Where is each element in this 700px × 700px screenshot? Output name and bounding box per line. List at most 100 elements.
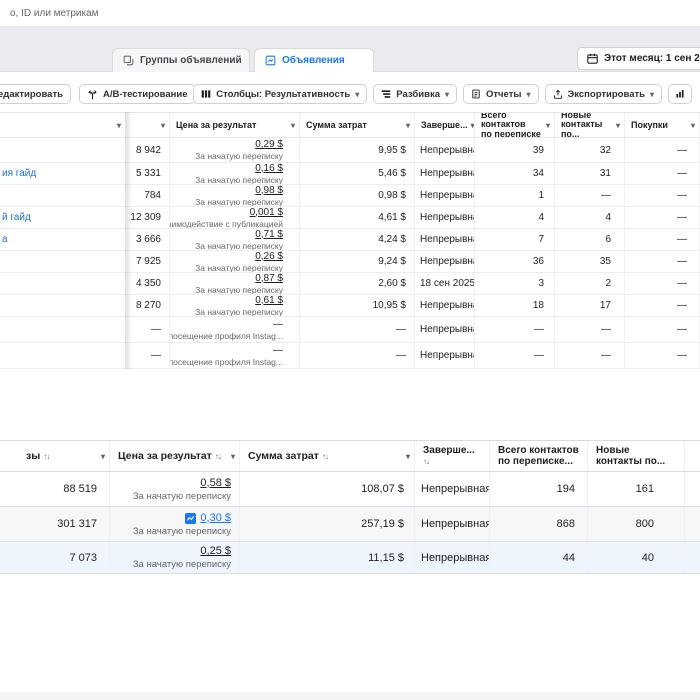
filter-caret-icon[interactable]: ▾ — [688, 121, 695, 130]
breakdown-button[interactable]: Разбивка ▾ — [373, 84, 457, 104]
header-amount-spent[interactable]: Сумма затрат ↑↓ ▾ — [240, 441, 415, 471]
cost-per-result-value: — — [273, 318, 283, 330]
end-date-cell: Непрерывная — [415, 163, 475, 184]
cell-value: 2 — [605, 278, 611, 289]
header-total-contacts[interactable]: Всего контактов по переписке ▾ — [475, 113, 555, 137]
new-contacts-cell: 32 — [555, 138, 625, 162]
cell-value: — — [677, 300, 687, 311]
purchases-cell: — — [625, 343, 700, 368]
cost-per-result-value[interactable]: 0,61 $ — [255, 295, 283, 306]
new-contacts-cell: 2 — [555, 273, 625, 294]
chevron-down-icon: ▾ — [355, 89, 360, 99]
ad-name-cell — [0, 343, 125, 368]
cost-per-result-value[interactable]: 0,71 $ — [255, 229, 283, 240]
cell-value: 12 309 — [130, 212, 161, 223]
cell-value: 4 350 — [135, 278, 161, 289]
header-total-contacts[interactable]: Всего контактов по переписке... — [490, 441, 588, 471]
filter-caret-icon[interactable]: ▾ — [228, 452, 235, 461]
cost-per-result-cell: 0,001 $За взаимодействие с публикацией — [170, 207, 300, 228]
header-new-contacts[interactable]: Новые контакты по... — [588, 441, 685, 471]
filter-caret-icon[interactable]: ▾ — [114, 121, 121, 130]
header-purchases[interactable]: Покупки ▾ — [625, 113, 700, 137]
cost-per-result-value[interactable]: 0,29 $ — [255, 139, 283, 150]
filter-caret-icon[interactable]: ▾ — [613, 121, 620, 130]
cell-value: 6 — [605, 234, 611, 245]
end-date-cell: 18 сен 2025 г. — [415, 273, 475, 294]
filter-caret-icon[interactable]: ▾ — [403, 452, 410, 461]
header-amount-spent[interactable]: Сумма затрат ▾ — [300, 113, 415, 137]
cell-value: 31 — [599, 168, 611, 179]
filter-caret-icon[interactable]: ▾ — [288, 121, 295, 130]
impressions-cell: — — [125, 343, 170, 368]
header-new-contacts[interactable]: Новые контакты по... ▾ — [555, 113, 625, 137]
toolbar-right: Столбцы: Результативность ▾ Разбивка ▾ О… — [193, 84, 692, 104]
filter-caret-icon[interactable]: ▾ — [158, 121, 165, 130]
total-contacts-cell: 4 — [475, 207, 555, 228]
header-end-date[interactable]: Заверше... ↑↓ — [415, 441, 490, 471]
search-input[interactable]: о, ID или метрикам — [10, 8, 99, 19]
result-type-note: За начатую переписку — [132, 525, 231, 537]
date-range-button[interactable]: Этот месяц: 1 сен 2025 г. — 22 с — [577, 47, 700, 70]
header-ad-name[interactable]: ▾ — [0, 113, 125, 137]
end-date-cell: Непрерывная — [415, 295, 475, 316]
columns-button[interactable]: Столбцы: Результативность ▾ — [193, 84, 368, 104]
cost-per-result-value: — — [273, 344, 283, 356]
price-line: 0,29 $ — [255, 139, 283, 150]
cost-per-result-cell: —Цена за посещение профиля Instag... — [170, 343, 300, 368]
cost-per-result-value[interactable]: 0,87 $ — [255, 273, 283, 284]
ab-test-button[interactable]: А/В-тестирование — [78, 84, 196, 104]
header-cost-per-result[interactable]: Цена за результат ▾ — [170, 113, 300, 137]
end-date-cell: Непрерывная — [415, 472, 490, 506]
cell-value: 108,07 $ — [361, 483, 404, 495]
header-label: контакты по... — [596, 456, 666, 467]
cell-value: 257,19 $ — [361, 518, 404, 530]
cell-value: — — [677, 144, 687, 156]
cost-per-result-value[interactable]: 0,25 $ — [200, 545, 231, 558]
filter-caret-icon[interactable]: ▾ — [543, 121, 550, 130]
cost-per-result-value[interactable]: 0,30 $ — [200, 512, 231, 525]
sort-icon[interactable]: ↑↓ — [322, 452, 329, 461]
filter-caret-icon[interactable]: ▾ — [468, 121, 474, 130]
cell-value: 39 — [532, 144, 544, 156]
new-contacts-cell: 17 — [555, 295, 625, 316]
cell-value: 5 331 — [135, 168, 161, 179]
reports-button[interactable]: Отчеты ▾ — [463, 84, 539, 104]
cell-value: 9,95 $ — [378, 144, 406, 156]
bottom-strip — [0, 692, 700, 700]
tab-ad-sets[interactable]: Группы объявлений — [112, 48, 250, 72]
cost-per-result-value[interactable]: 0,58 $ — [200, 477, 231, 490]
table-row: ——Цена за посещение профиля Instag...—Не… — [0, 317, 700, 343]
result-type-note: За взаимодействие с публикацией — [170, 218, 283, 229]
cell-value: — — [677, 350, 687, 361]
end-date-cell: Непрерывная — [415, 343, 475, 368]
header-end-date[interactable]: Заверше... ▾ — [415, 113, 475, 137]
header-cut-column — [685, 441, 700, 471]
cost-per-result-value[interactable]: 0,98 $ — [255, 185, 283, 196]
sort-icon[interactable]: ↑↓ — [423, 456, 475, 467]
ad-name-link[interactable]: ия гайд — [2, 168, 36, 179]
ad-name-link[interactable]: й гайд — [2, 212, 31, 223]
filter-caret-icon[interactable]: ▾ — [98, 452, 105, 461]
ad-name-link[interactable]: а — [2, 234, 8, 245]
charts-button[interactable] — [668, 84, 692, 104]
cost-per-result-value[interactable]: 0,001 $ — [250, 207, 283, 218]
export-button[interactable]: Экспортировать ▾ — [544, 84, 662, 104]
header-impressions[interactable]: зы ↑↓ ▾ — [0, 441, 110, 471]
sort-icon[interactable]: ↑↓ — [215, 452, 222, 461]
cost-per-result-value[interactable]: 0,16 $ — [255, 163, 283, 174]
price-line: 0,87 $ — [255, 273, 283, 284]
cell-value: Непрерывная — [420, 300, 474, 311]
impressions-cell: 5 331 — [125, 163, 170, 184]
edit-button[interactable]: едактировать — [0, 84, 71, 104]
filter-caret-icon[interactable]: ▾ — [403, 121, 410, 130]
header-cost-per-result[interactable]: Цена за результат ↑↓ ▾ — [110, 441, 240, 471]
cell-value: — — [677, 324, 687, 335]
cost-per-result-value[interactable]: 0,26 $ — [255, 251, 283, 262]
header-impressions[interactable]: ▾ — [125, 113, 170, 137]
sort-icon[interactable]: ↑↓ — [43, 452, 50, 461]
end-date-cell: Непрерывная — [415, 317, 475, 342]
tab-ads[interactable]: Объявления — [254, 48, 374, 72]
summary-table: зы ↑↓ ▾ Цена за результат ↑↓ ▾ Сумма зат… — [0, 440, 700, 574]
result-type-note: За начатую переписку — [195, 262, 283, 273]
ab-test-icon — [87, 89, 98, 100]
